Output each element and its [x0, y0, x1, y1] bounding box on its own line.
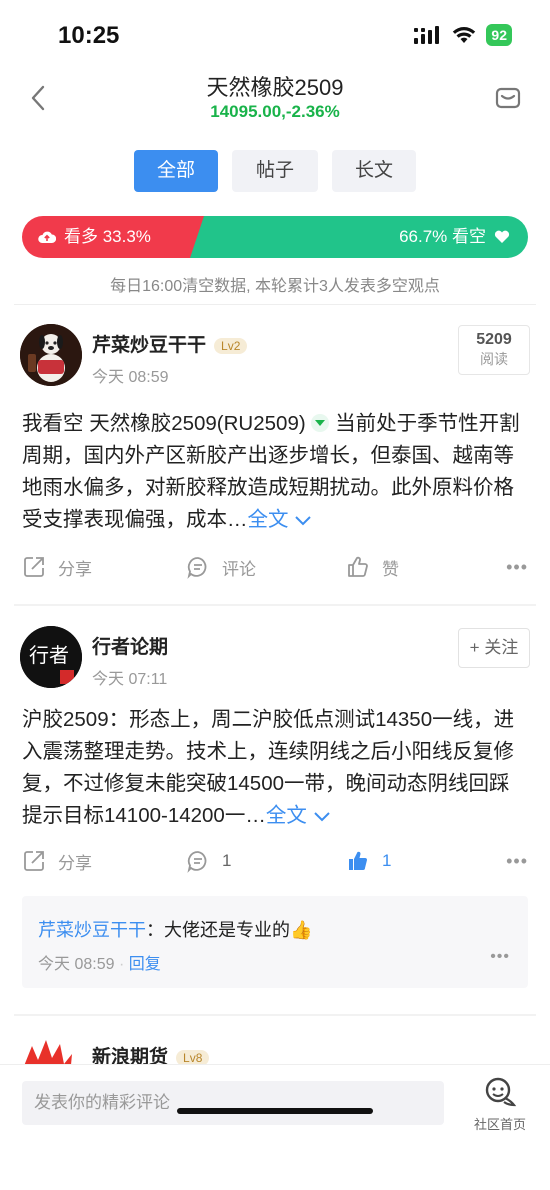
read-count: 5209 — [476, 331, 512, 348]
reply-preview: 芹菜炒豆干干：大佬还是专业的👍 今天 08:59 · 回复 ••• — [22, 896, 528, 988]
share-label: 分享 — [58, 559, 92, 579]
author-name[interactable]: 芹菜炒豆干干 Lv2 — [92, 330, 248, 357]
post-body[interactable]: 我看空 天然橡胶2509(RU2509) 当前处于季节性开割周期，国内外产区新胶… — [22, 408, 528, 538]
community-home-button[interactable]: 社区首页 — [470, 1077, 530, 1133]
status-time: 10:25 — [58, 22, 120, 49]
sentiment-note: 每日16:00清空数据, 本轮累计3人发表多空观点 — [110, 278, 440, 295]
svg-text:行者: 行者 — [29, 643, 69, 667]
sentiment-bar: 看多 33.3% 66.7% 看空 — [22, 216, 528, 258]
post-time: 今天 07:11 — [92, 671, 168, 688]
status-bar: 10:25 92 — [0, 0, 550, 62]
post-stance: 我看空 天然橡胶2509(RU2509) — [22, 412, 306, 435]
battery-icon: 92 — [486, 24, 512, 46]
level-badge: Lv2 — [214, 337, 248, 354]
like-button[interactable]: 1 — [346, 849, 391, 873]
share-button[interactable]: 分享 — [22, 555, 92, 580]
share-icon — [24, 557, 44, 577]
like-label: 赞 — [382, 559, 399, 579]
expand-link[interactable]: 全文 — [266, 804, 331, 827]
heart-down-icon — [494, 230, 510, 243]
mail-icon — [495, 87, 521, 109]
status-icons: 92 — [414, 24, 512, 46]
reply-meta: 今天 08:59 · 回复 — [38, 956, 161, 973]
expand-link[interactable]: 全文 — [248, 508, 313, 531]
reply-more-icon[interactable]: ••• — [490, 948, 510, 966]
comment-count: 1 — [222, 851, 232, 870]
comment-button[interactable]: 评论 — [186, 555, 256, 580]
reply-text: ：大佬还是专业的👍 — [146, 920, 313, 940]
bottom-bar: 社区首页 — [0, 1064, 550, 1190]
comment-button[interactable]: 1 — [186, 849, 231, 873]
expand-label: 全文 — [247, 508, 289, 531]
bearish-button[interactable]: 66.7% 看空 — [190, 216, 528, 258]
post-actions: 分享 1 1 ••• — [22, 846, 528, 876]
reply-author[interactable]: 芹菜炒豆干干 — [38, 920, 146, 940]
share-icon — [24, 851, 44, 871]
expand-label: 全文 — [265, 804, 307, 827]
reply-time: 今天 08:59 — [38, 956, 115, 973]
community-label: 社区首页 — [473, 1117, 526, 1132]
share-button[interactable]: 分享 — [22, 849, 92, 874]
reply-line: 芹菜炒豆干干：大佬还是专业的👍 — [38, 916, 312, 942]
bearish-tag-icon — [311, 413, 330, 432]
signal-icon — [414, 26, 440, 44]
chevron-down-icon — [313, 812, 330, 822]
bearish-label: 66.7% 看空 — [399, 227, 486, 246]
like-count: 1 — [382, 851, 392, 870]
avatar[interactable] — [20, 324, 82, 386]
price-change: 14095.00,-2.36% — [210, 102, 340, 121]
follow-button[interactable]: + 关注 — [458, 628, 530, 668]
bullish-label: 看多 33.3% — [64, 227, 151, 246]
tab-long-articles[interactable]: 长文 — [332, 150, 416, 192]
more-options-icon[interactable]: ••• — [506, 851, 528, 872]
reply-button[interactable]: 回复 — [129, 956, 161, 973]
comment-input[interactable] — [22, 1081, 444, 1125]
filter-tabs: 全部 帖子 长文 — [0, 150, 550, 192]
message-button[interactable] — [490, 80, 526, 116]
tab-posts[interactable]: 帖子 — [232, 150, 318, 192]
divider — [14, 304, 536, 305]
avatar-calligraphy-icon: 行者 — [20, 626, 82, 688]
read-count-box: 5209 阅读 — [458, 325, 530, 375]
comment-icon — [187, 851, 207, 873]
comment-label: 评论 — [222, 559, 256, 579]
author-name[interactable]: 行者论期 — [92, 632, 168, 659]
home-indicator — [177, 1108, 373, 1114]
thumbs-up-icon — [348, 556, 368, 577]
post-time: 今天 08:59 — [92, 369, 169, 386]
post-body[interactable]: 沪胶2509：形态上，周二沪胶低点测试14350一线，进入震荡整理走势。技术上，… — [22, 704, 528, 834]
author-name-text: 芹菜炒豆干干 — [92, 335, 207, 356]
community-chat-icon — [485, 1077, 517, 1107]
share-label: 分享 — [58, 853, 92, 873]
like-button[interactable]: 赞 — [346, 555, 399, 580]
nav-header: 天然橡胶2509 14095.00,-2.36% — [0, 62, 550, 132]
chevron-down-icon — [295, 516, 311, 526]
thumbs-up-filled-icon — [349, 851, 367, 870]
bullish-button[interactable]: 看多 33.3% — [22, 216, 208, 258]
comment-icon — [187, 557, 207, 579]
post-actions: 分享 评论 赞 ••• — [22, 552, 528, 582]
read-label: 阅读 — [480, 351, 508, 367]
divider — [14, 1014, 536, 1016]
tab-all[interactable]: 全部 — [134, 150, 218, 192]
cloud-up-icon — [38, 231, 56, 243]
more-options-icon[interactable]: ••• — [506, 557, 528, 578]
wifi-icon — [453, 27, 476, 43]
divider — [14, 604, 536, 606]
avatar-dog-icon — [20, 324, 82, 386]
avatar[interactable]: 行者 — [20, 626, 82, 688]
page-title: 天然橡胶2509 — [206, 75, 344, 100]
